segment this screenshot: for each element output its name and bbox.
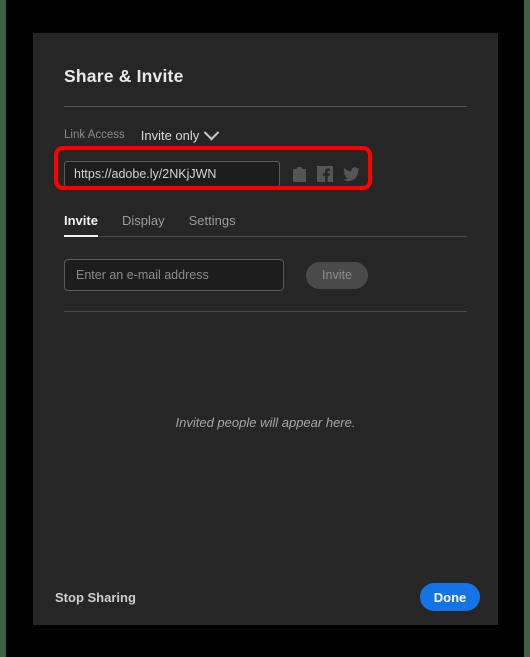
invite-divider: [64, 311, 467, 312]
share-invite-dialog: Share & Invite Link Access Invite only h…: [33, 33, 498, 625]
empty-state-message: Invited people will appear here.: [175, 415, 356, 430]
link-access-row: Link Access Invite only: [64, 124, 467, 145]
facebook-icon[interactable]: [317, 166, 333, 182]
stop-sharing-button[interactable]: Stop Sharing: [55, 590, 136, 605]
tab-bar: Invite Display Settings: [64, 213, 467, 237]
tab-display[interactable]: Display: [122, 213, 165, 237]
share-icon-group: [292, 166, 360, 183]
page-title: Share & Invite: [64, 66, 184, 86]
invite-row: Invite: [64, 259, 467, 291]
email-field[interactable]: [64, 259, 284, 291]
done-button[interactable]: Done: [420, 583, 480, 611]
title-divider: [64, 106, 467, 107]
dialog-body: Share & Invite Link Access Invite only h…: [33, 33, 498, 569]
clipboard-icon[interactable]: [292, 166, 307, 183]
left-edge-strip: [0, 0, 6, 657]
tab-settings[interactable]: Settings: [189, 213, 236, 237]
right-edge-strip: [524, 0, 530, 657]
twitter-icon[interactable]: [343, 166, 360, 182]
dialog-footer: Stop Sharing Done: [33, 569, 498, 625]
tab-invite[interactable]: Invite: [64, 213, 98, 237]
link-access-label: Link Access: [64, 129, 125, 141]
link-access-dropdown[interactable]: Invite only: [141, 128, 200, 143]
chevron-down-icon[interactable]: [204, 124, 220, 140]
share-link-row: [64, 161, 467, 187]
share-link-input[interactable]: [64, 161, 280, 187]
invite-button[interactable]: Invite: [306, 261, 368, 289]
